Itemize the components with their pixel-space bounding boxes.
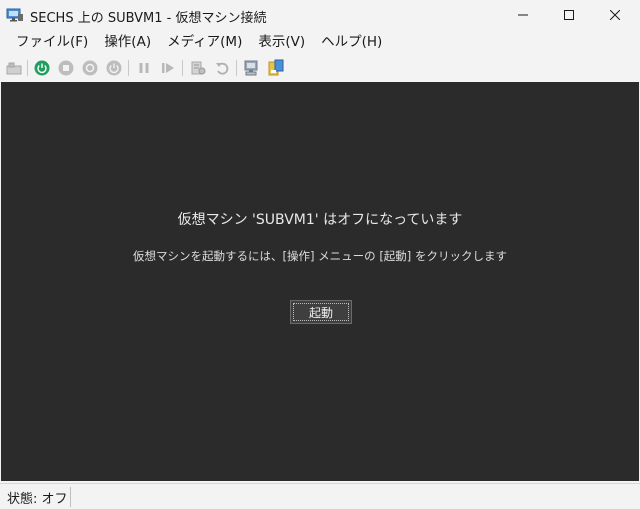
toolbar-separator [27,60,28,76]
share-icon[interactable] [267,59,285,77]
toolbar-separator [128,60,129,76]
menu-file[interactable]: ファイル(F) [8,30,96,54]
maximize-button[interactable] [546,0,592,30]
toolbar [0,56,640,80]
menu-help[interactable]: ヘルプ(H) [313,30,390,54]
minimize-button[interactable] [500,0,546,30]
minimize-icon [518,14,528,16]
menu-bar: ファイル(F) 操作(A) メディア(M) 表示(V) ヘルプ(H) [0,30,640,54]
ctrl-alt-del-icon[interactable] [5,59,23,77]
menu-view[interactable]: 表示(V) [250,30,313,54]
status-state: 状態: オフ [7,492,68,507]
stop-icon[interactable] [57,59,75,77]
start-button[interactable]: 起動 [290,300,352,324]
window-title: SECHS 上の SUBVM1 - 仮想マシン接続 [30,11,267,26]
shutdown-icon[interactable] [81,59,99,77]
resume-icon[interactable] [159,59,177,77]
enhanced-session-icon[interactable] [243,59,261,77]
close-button[interactable] [592,0,638,30]
vm-console[interactable]: 仮想マシン 'SUBVM1' はオフになっています 仮想マシンを起動するには、[… [1,82,639,481]
menu-media[interactable]: メディア(M) [159,30,250,54]
toolbar-separator [236,60,237,76]
close-icon [610,10,620,20]
start-hint: 仮想マシンを起動するには、[操作] メニューの [起動] をクリックします [133,249,507,263]
vm-connect-window: SECHS 上の SUBVM1 - 仮想マシン接続 ファイル(F) 操作(A) … [0,0,640,509]
vm-connect-icon [6,7,24,23]
pause-icon[interactable] [135,59,153,77]
vm-off-message: 仮想マシン 'SUBVM1' はオフになっています [177,212,463,228]
status-bar: 状態: オフ [0,483,640,509]
power-on-icon[interactable] [33,59,51,77]
title-bar[interactable]: SECHS 上の SUBVM1 - 仮想マシン接続 [0,0,640,30]
maximize-icon [564,10,574,20]
revert-icon[interactable] [213,59,231,77]
power-off-icon[interactable] [105,59,123,77]
toolbar-separator [182,60,183,76]
checkpoint-icon[interactable] [189,59,207,77]
menu-action[interactable]: 操作(A) [96,30,159,54]
status-separator [70,487,71,507]
